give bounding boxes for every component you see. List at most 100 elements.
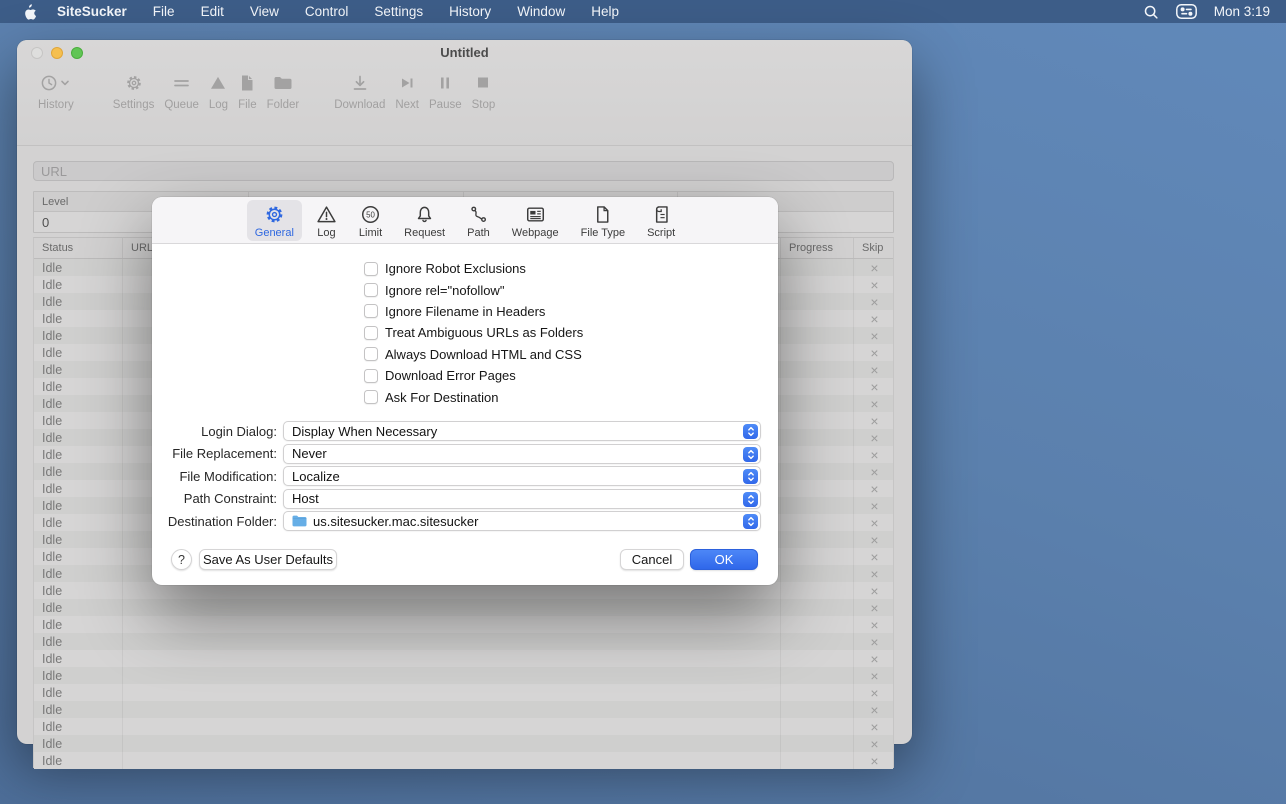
row-skip-button[interactable]: × [854, 429, 895, 446]
checkbox-ignore-filename-in-headers[interactable]: Ignore Filename in Headers [364, 301, 583, 322]
toolbar-pause-button[interactable]: Pause [424, 72, 467, 111]
checkbox-box[interactable] [364, 390, 378, 404]
row-url [123, 735, 781, 752]
tab-file-type[interactable]: File Type [573, 200, 633, 241]
row-skip-button[interactable]: × [854, 514, 895, 531]
row-skip-button[interactable]: × [854, 361, 895, 378]
checkbox-box[interactable] [364, 369, 378, 383]
row-skip-button[interactable]: × [854, 463, 895, 480]
path-constraint-select[interactable]: Host [283, 489, 761, 509]
tab-request[interactable]: Request [396, 200, 453, 241]
checkbox-ignore-robot-exclusions[interactable]: Ignore Robot Exclusions [364, 258, 583, 279]
row-skip-button[interactable]: × [854, 548, 895, 565]
checkbox-box[interactable] [364, 304, 378, 318]
row-skip-button[interactable]: × [854, 752, 895, 769]
tab-limit[interactable]: 50 Limit [351, 200, 390, 241]
destination-folder-select[interactable]: us.sitesucker.mac.sitesucker [283, 511, 761, 531]
menu-bar-clock[interactable]: Mon 3:19 [1214, 4, 1270, 19]
menu-history[interactable]: History [449, 4, 491, 19]
control-center-icon[interactable] [1176, 4, 1197, 19]
checkbox-box[interactable] [364, 347, 378, 361]
row-skip-button[interactable]: × [854, 412, 895, 429]
menu-help[interactable]: Help [591, 4, 619, 19]
toolbar-history-button[interactable]: History [33, 72, 79, 111]
checkbox-ignore-rel-nofollow[interactable]: Ignore rel="nofollow" [364, 279, 583, 300]
checkbox-download-error-pages[interactable]: Download Error Pages [364, 365, 583, 386]
checkbox-always-download-html-css[interactable]: Always Download HTML and CSS [364, 344, 583, 365]
row-status: Idle [34, 395, 123, 412]
row-status: Idle [34, 667, 123, 684]
file-modification-select[interactable]: Localize [283, 466, 761, 486]
checkbox-treat-ambiguous-urls[interactable]: Treat Ambiguous URLs as Folders [364, 322, 583, 343]
table-row: Idle× [34, 752, 893, 769]
row-skip-button[interactable]: × [854, 446, 895, 463]
row-skip-button[interactable]: × [854, 667, 895, 684]
menu-sitesucker[interactable]: SiteSucker [57, 4, 127, 19]
row-skip-button[interactable]: × [854, 327, 895, 344]
tab-webpage[interactable]: Webpage [504, 200, 567, 241]
toolbar-file-button[interactable]: File [233, 72, 262, 111]
row-skip-button[interactable]: × [854, 378, 895, 395]
column-header-skip[interactable]: Skip [854, 238, 895, 258]
toolbar-settings-button[interactable]: Settings [108, 72, 160, 111]
row-skip-button[interactable]: × [854, 650, 895, 667]
row-skip-button[interactable]: × [854, 735, 895, 752]
row-skip-button[interactable]: × [854, 259, 895, 276]
row-skip-button[interactable]: × [854, 616, 895, 633]
save-as-user-defaults-button[interactable]: Save As User Defaults [199, 549, 337, 570]
search-icon[interactable] [1143, 4, 1159, 20]
url-input[interactable] [33, 161, 894, 181]
row-skip-button[interactable]: × [854, 701, 895, 718]
row-skip-button[interactable]: × [854, 310, 895, 327]
history-clock-icon [40, 72, 71, 94]
menu-settings[interactable]: Settings [374, 4, 423, 19]
row-skip-button[interactable]: × [854, 293, 895, 310]
toolbar-next-button[interactable]: Next [390, 72, 424, 111]
toolbar-queue-button[interactable]: Queue [159, 72, 204, 111]
webpage-news-icon [525, 203, 546, 226]
row-status: Idle [34, 599, 123, 616]
menu-control[interactable]: Control [305, 4, 349, 19]
row-skip-button[interactable]: × [854, 276, 895, 293]
row-status: Idle [34, 684, 123, 701]
ok-button[interactable]: OK [690, 549, 758, 570]
row-skip-button[interactable]: × [854, 344, 895, 361]
row-skip-button[interactable]: × [854, 633, 895, 650]
menu-edit[interactable]: Edit [201, 4, 224, 19]
row-skip-button[interactable]: × [854, 599, 895, 616]
cancel-button[interactable]: Cancel [620, 549, 684, 570]
checkbox-ask-for-destination[interactable]: Ask For Destination [364, 386, 583, 407]
row-skip-button[interactable]: × [854, 684, 895, 701]
checkbox-box[interactable] [364, 262, 378, 276]
login-dialog-select[interactable]: Display When Necessary [283, 421, 761, 441]
title-bar[interactable]: Untitled History [17, 40, 912, 146]
row-skip-button[interactable]: × [854, 718, 895, 735]
help-button[interactable]: ? [171, 549, 192, 570]
row-skip-button[interactable]: × [854, 497, 895, 514]
row-url [123, 701, 781, 718]
tab-path[interactable]: Path [459, 200, 498, 241]
menu-view[interactable]: View [250, 4, 279, 19]
column-header-progress[interactable]: Progress [781, 238, 854, 258]
pause-icon [439, 72, 451, 94]
toolbar-stop-button[interactable]: Stop [467, 72, 501, 111]
column-header-status[interactable]: Status [34, 238, 123, 258]
tab-log[interactable]: Log [308, 200, 345, 241]
checkbox-box[interactable] [364, 283, 378, 297]
row-skip-button[interactable]: × [854, 395, 895, 412]
toolbar-download-button[interactable]: Download [329, 72, 390, 111]
toolbar-log-button[interactable]: Log [204, 72, 233, 111]
row-skip-button[interactable]: × [854, 531, 895, 548]
tab-general[interactable]: General [247, 200, 302, 241]
row-skip-button[interactable]: × [854, 565, 895, 582]
row-skip-button[interactable]: × [854, 582, 895, 599]
menu-file[interactable]: File [153, 4, 175, 19]
toolbar-folder-button[interactable]: Folder [262, 72, 305, 111]
row-skip-button[interactable]: × [854, 480, 895, 497]
tab-script[interactable]: Script [639, 200, 683, 241]
checkbox-box[interactable] [364, 326, 378, 340]
file-replacement-select[interactable]: Never [283, 444, 761, 464]
row-url [123, 599, 781, 616]
menu-window[interactable]: Window [517, 4, 565, 19]
apple-menu[interactable] [22, 3, 36, 20]
